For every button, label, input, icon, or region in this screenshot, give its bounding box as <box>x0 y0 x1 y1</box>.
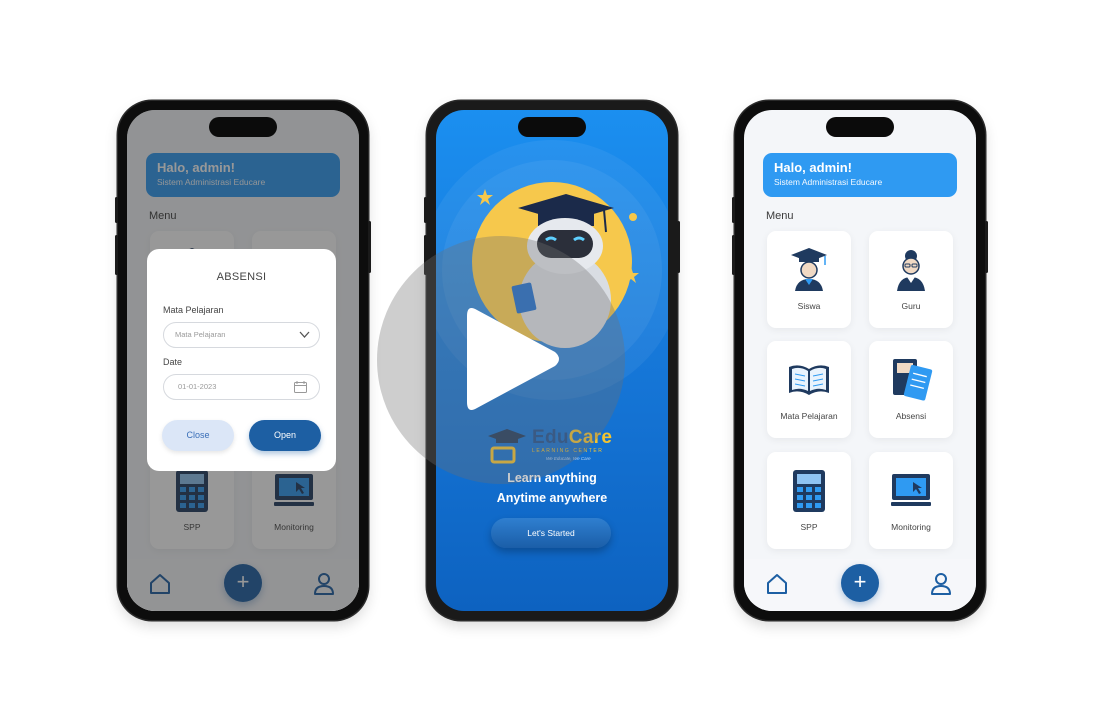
calculator-icon <box>793 470 825 512</box>
greeting-subtitle: Sistem Administrasi Educare <box>774 177 883 187</box>
dialog-title: ABSENSI <box>216 271 267 283</box>
menu-tile-label: Guru <box>901 301 921 311</box>
menu-tile-guru[interactable]: Guru <box>869 231 953 328</box>
user-icon[interactable] <box>928 571 954 597</box>
greeting-title: Halo, admin! <box>774 160 853 175</box>
date-field[interactable]: 01-01-2023 <box>163 374 320 400</box>
subject-label: Mata Pelajaran <box>163 305 224 315</box>
chevron-down-icon <box>299 331 310 338</box>
bottom-nav: + <box>744 559 976 611</box>
phone-left: Halo, admin! Sistem Administrasi Educare… <box>115 101 371 620</box>
menu-tile-monitoring[interactable]: Monitoring <box>869 452 953 549</box>
subject-select[interactable]: Mata Pelajaran <box>163 322 320 348</box>
subject-placeholder: Mata Pelajaran <box>175 330 226 339</box>
menu-tile-absensi[interactable]: Absensi <box>869 341 953 438</box>
menu-tile-spp[interactable]: SPP <box>767 452 851 549</box>
play-icon[interactable] <box>459 302 563 416</box>
open-book-icon <box>789 365 829 395</box>
date-label: Date <box>163 357 183 367</box>
add-button[interactable]: + <box>841 564 879 602</box>
menu-tile-siswa[interactable]: Siswa <box>767 231 851 328</box>
menu-tile-label: Absensi <box>895 411 927 421</box>
monitor-icon <box>891 474 931 506</box>
home-icon[interactable] <box>764 571 790 597</box>
open-button[interactable]: Open <box>249 420 321 451</box>
phone-right: Halo, admin! Sistem Administrasi Educare… <box>732 101 988 620</box>
greeting-card: Halo, admin! Sistem Administrasi Educare <box>763 153 957 197</box>
tagline-line-2: Anytime anywhere <box>496 491 608 505</box>
date-value: 01-01-2023 <box>178 382 217 391</box>
menu-tile-label: Monitoring <box>891 522 931 532</box>
lets-started-button[interactable]: Let's Started <box>491 518 611 548</box>
calendar-icon[interactable] <box>294 381 307 393</box>
dynamic-island <box>209 117 277 137</box>
dynamic-island <box>518 117 586 137</box>
teacher-icon <box>897 250 925 291</box>
close-button[interactable]: Close <box>162 420 234 451</box>
menu-tile-label: Siswa <box>797 301 821 311</box>
student-graduate-icon <box>791 248 827 291</box>
menu-label: Menu <box>766 210 794 222</box>
attendance-book-icon <box>893 359 933 401</box>
menu-tile-label: SPP <box>800 522 818 532</box>
dashboard-screen: Halo, admin! Sistem Administrasi Educare… <box>744 110 976 611</box>
menu-tile-label: Mata Pelajaran <box>780 411 838 421</box>
dynamic-island <box>826 117 894 137</box>
star-icon <box>477 189 493 205</box>
menu-tile-mata-pelajaran[interactable]: Mata Pelajaran <box>767 341 851 438</box>
star-icon <box>623 267 639 283</box>
dashboard-screen-dimmed: Halo, admin! Sistem Administrasi Educare… <box>127 110 359 611</box>
absensi-dialog: ABSENSI Mata Pelajaran Mata Pelajaran Da… <box>147 249 336 471</box>
